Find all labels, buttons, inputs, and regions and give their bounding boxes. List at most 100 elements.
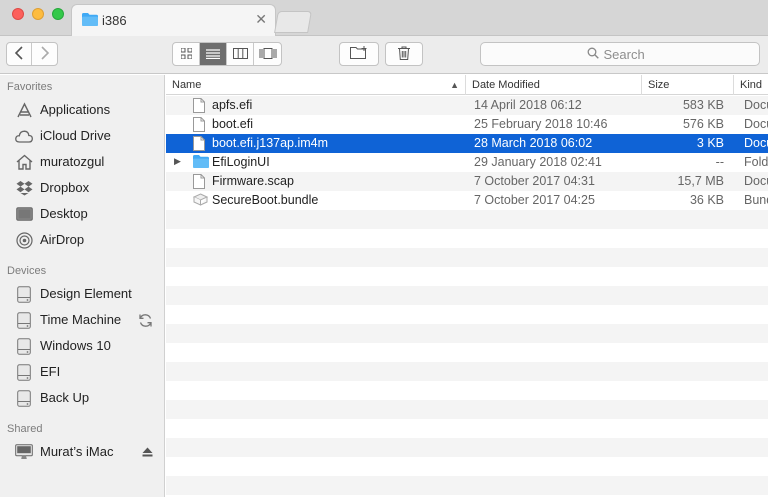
- new-folder-icon: [350, 46, 368, 62]
- file-date: 7 October 2017 04:25: [474, 193, 595, 207]
- empty-row: [166, 457, 768, 476]
- sidebar-item-dropbox[interactable]: Dropbox: [0, 175, 164, 201]
- table-row[interactable]: SecureBoot.bundle 7 October 2017 04:25 3…: [166, 191, 768, 210]
- table-row-selected[interactable]: boot.efi.j137ap.im4m 28 March 2018 06:02…: [166, 134, 768, 153]
- column-header-date-modified[interactable]: Date Modified: [466, 75, 642, 95]
- table-row[interactable]: boot.efi 25 February 2018 10:46 576 KB D…: [166, 115, 768, 134]
- sort-ascending-icon: ▲: [450, 80, 459, 90]
- sidebar-item-muratozgul[interactable]: muratozgul: [0, 149, 164, 175]
- disk-icon: [15, 337, 33, 355]
- sidebar-item-label: Murat’s iMac: [40, 444, 114, 459]
- tab-i386[interactable]: i386 ✕: [71, 4, 276, 36]
- disclosure-triangle-icon[interactable]: ▶: [174, 156, 181, 167]
- view-mode-buttons: [172, 42, 282, 66]
- empty-row: [166, 400, 768, 419]
- column-view-button[interactable]: [227, 43, 254, 65]
- zoom-window-button[interactable]: [52, 8, 64, 20]
- forward-button[interactable]: [32, 43, 57, 65]
- sidebar-item-airdrop[interactable]: AirDrop: [0, 227, 164, 253]
- tab-title: i386: [102, 13, 127, 28]
- file-name: apfs.efi: [212, 98, 253, 112]
- sidebar-item-label: Desktop: [40, 206, 88, 221]
- column-header-label: Date Modified: [472, 79, 540, 91]
- sync-icon[interactable]: [137, 312, 153, 328]
- file-size: 15,7 MB: [677, 174, 724, 188]
- empty-row: [166, 267, 768, 286]
- file-name: boot.efi: [212, 117, 254, 131]
- file-date: 7 October 2017 04:31: [474, 174, 595, 188]
- file-date: 28 March 2018 06:02: [474, 136, 593, 150]
- columns-icon: [232, 47, 248, 62]
- sidebar-item-applications[interactable]: Applications: [0, 97, 164, 123]
- column-header-label: Name: [172, 79, 202, 91]
- disk-icon: [15, 363, 33, 381]
- file-name: SecureBoot.bundle: [212, 193, 319, 207]
- file-name: Firmware.scap: [212, 174, 294, 188]
- file-size: 36 KB: [689, 193, 724, 207]
- empty-row: [166, 305, 768, 324]
- close-tab-icon[interactable]: ✕: [255, 11, 267, 28]
- sidebar-section-shared: Shared: [7, 423, 43, 435]
- imac-icon: [15, 443, 33, 461]
- empty-row: [166, 248, 768, 267]
- file-date: 14 April 2018 06:12: [474, 98, 582, 112]
- list-view-button[interactable]: [200, 43, 227, 65]
- bundle-icon: [192, 193, 209, 208]
- delete-button[interactable]: [385, 42, 423, 66]
- empty-row: [166, 381, 768, 400]
- sidebar-item-efi[interactable]: EFI: [0, 359, 164, 385]
- column-header-kind[interactable]: Kind: [734, 75, 768, 95]
- sidebar: Favorites Applications iCloud Drive mura…: [0, 75, 165, 497]
- file-name: boot.efi.j137ap.im4m: [212, 136, 329, 150]
- file-kind: Fold: [744, 155, 768, 169]
- gallery-view-button[interactable]: [254, 43, 281, 65]
- sidebar-item-label: Applications: [40, 102, 111, 117]
- column-header-size[interactable]: Size: [642, 75, 734, 95]
- table-row[interactable]: ▶ EfiLoginUI 29 January 2018 02:41 -- Fo…: [166, 153, 768, 172]
- file-date: 25 February 2018 10:46: [474, 117, 608, 131]
- empty-row: [166, 419, 768, 438]
- disk-icon: [15, 285, 33, 303]
- close-window-button[interactable]: [12, 8, 24, 20]
- file-kind: Docu: [744, 117, 768, 131]
- list-rows: apfs.efi 14 April 2018 06:12 583 KB Docu…: [166, 96, 768, 497]
- file-size: --: [715, 155, 724, 169]
- minimize-window-button[interactable]: [32, 8, 44, 20]
- folder-icon: [193, 155, 209, 170]
- grid-icon: [180, 47, 192, 62]
- search-input[interactable]: [603, 46, 654, 62]
- list-header: Name ▲ Date Modified Size Kind: [166, 75, 768, 95]
- file-kind: Docu: [744, 136, 768, 150]
- column-header-name[interactable]: Name ▲: [166, 75, 466, 95]
- chevron-left-icon: [14, 45, 24, 63]
- sidebar-item-label: Windows 10: [40, 338, 111, 353]
- navigation-buttons: [6, 42, 58, 66]
- file-kind: Bund: [744, 193, 768, 207]
- table-row[interactable]: apfs.efi 14 April 2018 06:12 583 KB Docu: [166, 96, 768, 115]
- sidebar-item-time-machine[interactable]: Time Machine: [0, 307, 164, 333]
- back-button[interactable]: [7, 43, 32, 65]
- sidebar-item-desktop[interactable]: Desktop: [0, 201, 164, 227]
- sidebar-item-icloud-drive[interactable]: iCloud Drive: [0, 123, 164, 149]
- table-row[interactable]: Firmware.scap 7 October 2017 04:31 15,7 …: [166, 172, 768, 191]
- file-name: EfiLoginUI: [212, 155, 270, 169]
- new-tab-button[interactable]: [274, 11, 312, 33]
- cover-flow-icon: [259, 47, 277, 62]
- sidebar-item-windows-10[interactable]: Windows 10: [0, 333, 164, 359]
- icon-view-button[interactable]: [173, 43, 200, 65]
- sidebar-item-murats-imac[interactable]: Murat’s iMac: [0, 439, 164, 465]
- dropbox-icon: [15, 179, 33, 197]
- eject-icon[interactable]: [139, 444, 155, 460]
- sidebar-item-back-up[interactable]: Back Up: [0, 385, 164, 411]
- search-field[interactable]: [480, 42, 760, 66]
- file-size: 583 KB: [682, 98, 724, 112]
- sidebar-section-devices: Devices: [7, 265, 47, 277]
- sidebar-item-design-element[interactable]: Design Element: [0, 281, 164, 307]
- new-folder-button[interactable]: [339, 42, 379, 66]
- trash-icon: [398, 46, 410, 63]
- sidebar-item-label: Back Up: [40, 390, 90, 405]
- sidebar-item-label: AirDrop: [40, 232, 85, 247]
- sidebar-item-label: Dropbox: [40, 180, 90, 195]
- sidebar-item-label: Time Machine: [40, 312, 122, 327]
- empty-row: [166, 362, 768, 381]
